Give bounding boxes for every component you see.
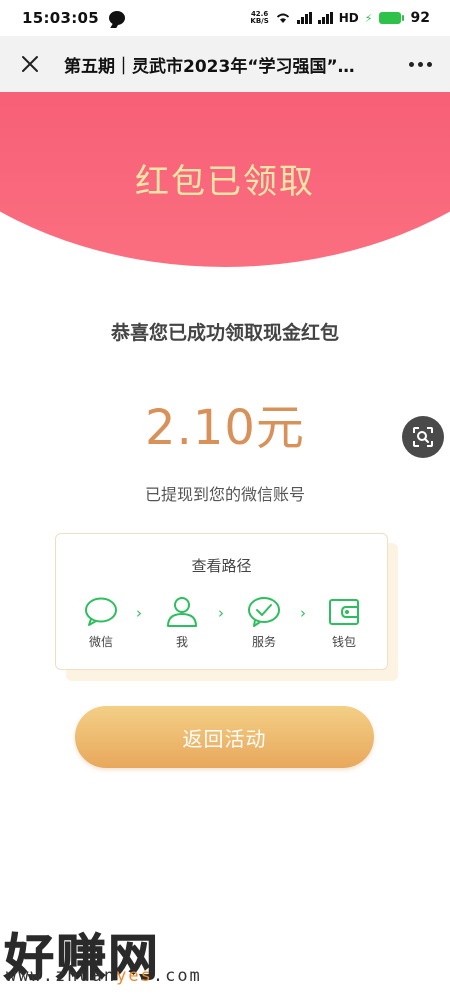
close-icon <box>22 56 38 72</box>
wifi-icon <box>276 13 289 23</box>
watermark-url: www.zhuanyes.com <box>6 966 202 986</box>
amount-text: 2.10元 <box>145 400 305 456</box>
status-bar: 15:03:05 42.6 KB/S HD ⚡ 92 <box>0 0 450 36</box>
path-step-label: 钱包 <box>331 635 356 649</box>
wallet-icon <box>329 599 359 625</box>
chevron-right-icon: › <box>136 604 142 622</box>
net-speed: 42.6 KB/S <box>250 11 268 25</box>
user-icon <box>167 597 197 627</box>
close-button[interactable] <box>0 36 60 92</box>
status-time: 15:03:05 <box>22 9 100 27</box>
page-title: 第五期｜灵武市2023年“学习强国”… <box>64 56 355 77</box>
chevron-right-icon: › <box>300 604 306 622</box>
watermark-url-suffix: .com <box>152 966 202 986</box>
chevron-right-icon: › <box>218 604 224 622</box>
path-card: 查看路径 微信 › 我 › 服务 › 钱包 <box>55 533 388 670</box>
path-step-wallet[interactable]: 钱包 <box>316 596 372 650</box>
hero-title: 红包已领取 <box>135 162 315 202</box>
congrats-text: 恭喜您已成功领取现金红包 <box>110 322 339 344</box>
net-speed-unit: KB/S <box>250 17 269 25</box>
path-step-me[interactable]: 我 <box>154 596 210 650</box>
watermark-url-prefix: www.zhuan <box>6 966 117 986</box>
status-icons: 42.6 KB/S HD ⚡ 92 <box>250 10 430 26</box>
battery-level: 92 <box>410 10 430 26</box>
withdrawn-text: 已提现到您的微信账号 <box>144 485 305 504</box>
notification-chat-icon <box>109 11 126 25</box>
path-step-service[interactable]: 服务 <box>236 596 292 650</box>
path-step-wechat[interactable]: 微信 <box>73 596 129 650</box>
more-button[interactable] <box>390 36 450 92</box>
back-to-activity-button[interactable]: 返回活动 <box>75 706 374 768</box>
path-card-title: 查看路径 <box>191 557 252 575</box>
path-step-label: 我 <box>175 635 188 649</box>
battery-icon <box>378 12 404 24</box>
signal-icon-2 <box>317 12 333 24</box>
network-badge: HD <box>338 11 359 25</box>
scan-icon <box>413 427 433 447</box>
hero-banner: 红包已领取 <box>0 92 450 272</box>
check-circle-icon <box>248 597 280 627</box>
chat-bubble-icon <box>85 597 117 626</box>
path-step-label: 微信 <box>88 635 113 649</box>
scan-button[interactable] <box>402 416 444 458</box>
path-step-label: 服务 <box>251 635 276 649</box>
more-icon <box>408 61 414 67</box>
charging-icon: ⚡ <box>364 11 373 25</box>
nav-bar: 第五期｜灵武市2023年“学习强国”… <box>0 36 450 92</box>
signal-icon <box>296 12 312 24</box>
watermark-url-highlight: yes <box>116 966 153 986</box>
